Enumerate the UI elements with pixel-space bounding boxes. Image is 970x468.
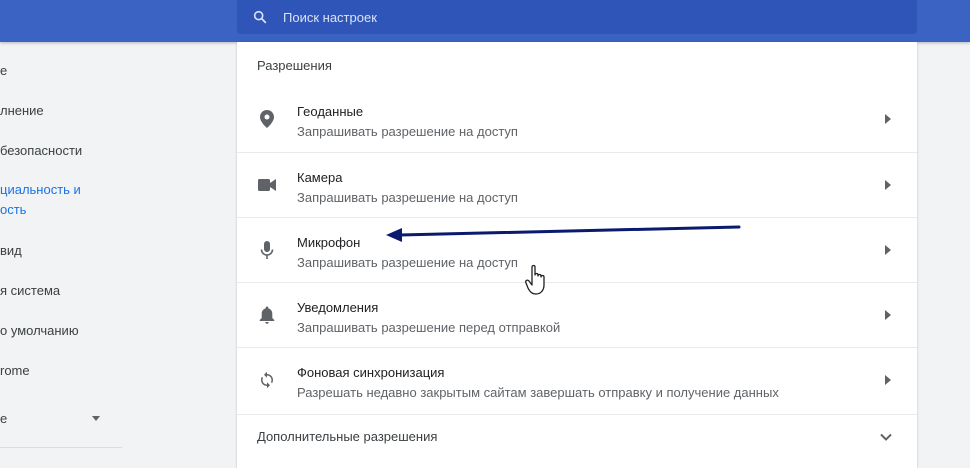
arrow-right-icon [882, 178, 894, 192]
sidebar-item-label: е [0, 411, 8, 426]
permission-row-notifications[interactable]: Уведомления Запрашивать разрешение перед… [237, 282, 917, 347]
arrow-right-icon [882, 243, 894, 257]
arrow-right-icon [882, 373, 894, 387]
sidebar-item[interactable]: е [0, 63, 7, 78]
row-title: Уведомления [297, 300, 379, 315]
permissions-card: Разрешения Геоданные Запрашивать разреше… [237, 42, 917, 468]
sidebar-item-search-engine[interactable]: я система [0, 283, 60, 298]
sidebar-item-default-browser[interactable]: о умолчанию [0, 323, 79, 338]
search-input[interactable] [283, 9, 843, 25]
sidebar-item-label: ость [0, 202, 27, 217]
row-title: Геоданные [297, 104, 364, 119]
sidebar-item-advanced[interactable]: е [0, 411, 110, 426]
sidebar-item-appearance[interactable]: вид [0, 243, 22, 258]
additional-permissions-toggle[interactable]: Дополнительные разрешения [237, 414, 917, 457]
arrow-right-icon [882, 308, 894, 322]
microphone-icon [257, 240, 277, 260]
row-title: Микрофон [297, 235, 361, 250]
arrow-right-icon [882, 112, 894, 126]
sync-icon [257, 370, 277, 390]
sidebar-item-label: циальность и [0, 182, 81, 197]
sidebar-divider [0, 447, 122, 448]
location-pin-icon [257, 109, 277, 129]
sidebar-item-security[interactable]: безопасности [0, 143, 82, 158]
row-subtitle: Запрашивать разрешение на доступ [297, 255, 518, 270]
permission-row-background-sync[interactable]: Фоновая синхронизация Разрешать недавно … [237, 347, 917, 412]
sidebar-item[interactable]: лнение [0, 103, 44, 118]
row-title: Фоновая синхронизация [297, 365, 445, 380]
bell-icon [257, 305, 277, 325]
row-subtitle: Запрашивать разрешение перед отправкой [297, 320, 561, 335]
settings-sidebar: е лнение безопасности циальность и ость … [0, 42, 236, 468]
permission-row-microphone[interactable]: Микрофон Запрашивать разрешение на досту… [237, 217, 917, 282]
top-toolbar [0, 0, 970, 42]
row-subtitle: Запрашивать разрешение на доступ [297, 190, 518, 205]
additional-permissions-label: Дополнительные разрешения [257, 429, 438, 444]
camera-icon [257, 175, 277, 195]
row-title: Камера [297, 170, 343, 185]
row-subtitle: Разрешать недавно закрытым сайтам заверш… [297, 385, 779, 400]
permission-row-camera[interactable]: Камера Запрашивать разрешение на доступ [237, 152, 917, 217]
permission-row-location[interactable]: Геоданные Запрашивать разрешение на дост… [237, 87, 917, 152]
section-title: Разрешения [257, 58, 332, 73]
chevron-down-icon[interactable] [878, 429, 894, 445]
sidebar-item-privacy[interactable]: циальность и ость [0, 180, 81, 220]
search-icon[interactable] [237, 9, 283, 25]
caret-down-icon [92, 416, 100, 421]
settings-search-bar[interactable] [237, 0, 917, 34]
row-subtitle: Запрашивать разрешение на доступ [297, 124, 518, 139]
sidebar-item-on-startup[interactable]: rome [0, 363, 30, 378]
